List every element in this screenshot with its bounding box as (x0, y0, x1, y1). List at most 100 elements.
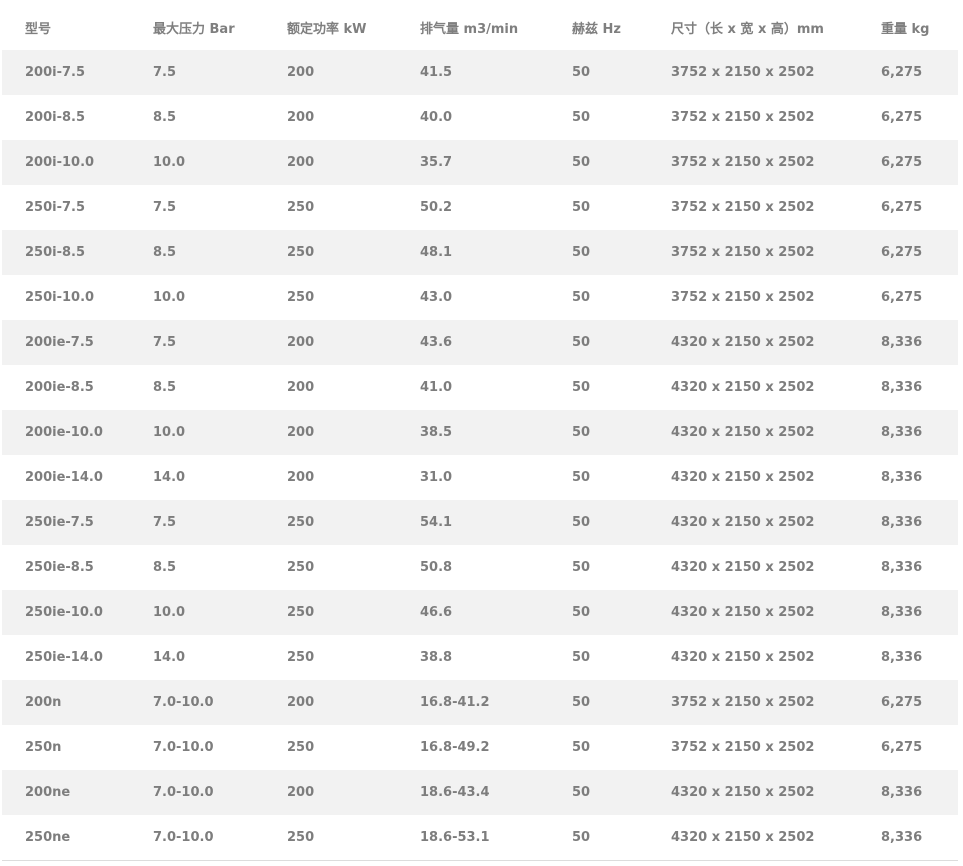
rated-power-cell: 250 (264, 590, 397, 635)
rated-power-cell: 250 (264, 185, 397, 230)
max-pressure-cell: 7.5 (130, 185, 264, 230)
table-row: 250i-8.5 8.5 250 48.1 50 3752 x 2150 x 2502 6,… (2, 230, 958, 275)
air-delivery-cell: 35.7 (397, 140, 549, 185)
frequency-cell: 50 (549, 500, 648, 545)
weight-cell: 8,336 (858, 545, 958, 590)
air-delivery-cell: 31.0 (397, 455, 549, 500)
frequency-cell: 50 (549, 275, 648, 320)
rated-power-cell: 200 (264, 410, 397, 455)
table-row: 200n 7.0-10.0 200 16.8-41.2 50 3752 x 2150 x … (2, 680, 958, 725)
table-row: 250ie-14.0 14.0 250 38.8 50 4320 x 2150 x 250… (2, 635, 958, 680)
max-pressure-cell: 7.0-10.0 (130, 815, 264, 860)
air-delivery-cell: 50.8 (397, 545, 549, 590)
air-delivery-cell: 46.6 (397, 590, 549, 635)
weight-cell: 8,336 (858, 365, 958, 410)
rated-power-cell: 250 (264, 545, 397, 590)
header-max-pressure: 最大压力 Bar (130, 5, 264, 50)
rated-power-cell: 200 (264, 770, 397, 815)
max-pressure-cell: 7.5 (130, 50, 264, 95)
max-pressure-cell: 7.5 (130, 320, 264, 365)
max-pressure-cell: 14.0 (130, 455, 264, 500)
model-cell: 200ie-10.0 (2, 410, 130, 455)
dimensions-cell: 3752 x 2150 x 2502 (648, 680, 858, 725)
weight-cell: 8,336 (858, 635, 958, 680)
dimensions-cell: 3752 x 2150 x 2502 (648, 275, 858, 320)
air-delivery-cell: 16.8-41.2 (397, 680, 549, 725)
header-weight: 重量 kg (858, 5, 958, 50)
table-row: 250n 7.0-10.0 250 16.8-49.2 50 3752 x 2150 x … (2, 725, 958, 770)
dimensions-cell: 4320 x 2150 x 2502 (648, 635, 858, 680)
max-pressure-cell: 10.0 (130, 140, 264, 185)
air-delivery-cell: 48.1 (397, 230, 549, 275)
frequency-cell: 50 (549, 815, 648, 860)
table-row: 200ie-10.0 10.0 200 38.5 50 4320 x 2150 x 250… (2, 410, 958, 455)
frequency-cell: 50 (549, 455, 648, 500)
air-delivery-cell: 41.5 (397, 50, 549, 95)
frequency-cell: 50 (549, 590, 648, 635)
dimensions-cell: 3752 x 2150 x 2502 (648, 185, 858, 230)
dimensions-cell: 3752 x 2150 x 2502 (648, 95, 858, 140)
table-row: 200ie-7.5 7.5 200 43.6 50 4320 x 2150 x 2502 8… (2, 320, 958, 365)
model-cell: 250ie-10.0 (2, 590, 130, 635)
max-pressure-cell: 8.5 (130, 230, 264, 275)
max-pressure-cell: 10.0 (130, 590, 264, 635)
weight-cell: 6,275 (858, 680, 958, 725)
frequency-cell: 50 (549, 680, 648, 725)
max-pressure-cell: 7.0-10.0 (130, 725, 264, 770)
dimensions-cell: 3752 x 2150 x 2502 (648, 50, 858, 95)
max-pressure-cell: 8.5 (130, 365, 264, 410)
air-delivery-cell: 54.1 (397, 500, 549, 545)
table-row: 200i-7.5 7.5 200 41.5 50 3752 x 2150 x 2502 6,… (2, 50, 958, 95)
header-model: 型号 (2, 5, 130, 50)
model-cell: 250ie-14.0 (2, 635, 130, 680)
rated-power-cell: 250 (264, 275, 397, 320)
weight-cell: 8,336 (858, 815, 958, 860)
weight-cell: 6,275 (858, 50, 958, 95)
rated-power-cell: 200 (264, 50, 397, 95)
frequency-cell: 50 (549, 140, 648, 185)
frequency-cell: 50 (549, 320, 648, 365)
rated-power-cell: 200 (264, 95, 397, 140)
model-cell: 200ie-7.5 (2, 320, 130, 365)
max-pressure-cell: 7.0-10.0 (130, 680, 264, 725)
dimensions-cell: 3752 x 2150 x 2502 (648, 230, 858, 275)
frequency-cell: 50 (549, 725, 648, 770)
compressor-spec-table: 型号 最大压力 Bar 额定功率 kW 排气量 m3/min 赫兹 Hz 尺寸（… (2, 5, 958, 860)
header-dimensions: 尺寸（长 x 宽 x 高）mm (648, 5, 858, 50)
weight-cell: 6,275 (858, 140, 958, 185)
max-pressure-cell: 14.0 (130, 635, 264, 680)
model-cell: 200ie-8.5 (2, 365, 130, 410)
rated-power-cell: 200 (264, 455, 397, 500)
air-delivery-cell: 18.6-53.1 (397, 815, 549, 860)
air-delivery-cell: 18.6-43.4 (397, 770, 549, 815)
air-delivery-cell: 43.6 (397, 320, 549, 365)
max-pressure-cell: 7.0-10.0 (130, 770, 264, 815)
frequency-cell: 50 (549, 770, 648, 815)
table-row: 200ie-14.0 14.0 200 31.0 50 4320 x 2150 x 250… (2, 455, 958, 500)
dimensions-cell: 4320 x 2150 x 2502 (648, 320, 858, 365)
table-row: 200ie-8.5 8.5 200 41.0 50 4320 x 2150 x 2502 8… (2, 365, 958, 410)
dimensions-cell: 4320 x 2150 x 2502 (648, 545, 858, 590)
frequency-cell: 50 (549, 95, 648, 140)
table-row: 250ie-10.0 10.0 250 46.6 50 4320 x 2150 x 250… (2, 590, 958, 635)
dimensions-cell: 4320 x 2150 x 2502 (648, 410, 858, 455)
table-row: 250i-7.5 7.5 250 50.2 50 3752 x 2150 x 2502 6,… (2, 185, 958, 230)
weight-cell: 6,275 (858, 725, 958, 770)
model-cell: 250ne (2, 815, 130, 860)
weight-cell: 8,336 (858, 320, 958, 365)
max-pressure-cell: 7.5 (130, 500, 264, 545)
model-cell: 250n (2, 725, 130, 770)
max-pressure-cell: 10.0 (130, 275, 264, 320)
frequency-cell: 50 (549, 365, 648, 410)
weight-cell: 6,275 (858, 95, 958, 140)
table-header: 型号 最大压力 Bar 额定功率 kW 排气量 m3/min 赫兹 Hz 尺寸（… (2, 5, 958, 50)
header-rated-power: 额定功率 kW (264, 5, 397, 50)
weight-cell: 8,336 (858, 590, 958, 635)
dimensions-cell: 3752 x 2150 x 2502 (648, 725, 858, 770)
header-air-delivery: 排气量 m3/min (397, 5, 549, 50)
model-cell: 250ie-7.5 (2, 500, 130, 545)
rated-power-cell: 200 (264, 680, 397, 725)
table-row: 250ie-7.5 7.5 250 54.1 50 4320 x 2150 x 2502 8… (2, 500, 958, 545)
model-cell: 200i-8.5 (2, 95, 130, 140)
max-pressure-cell: 10.0 (130, 410, 264, 455)
